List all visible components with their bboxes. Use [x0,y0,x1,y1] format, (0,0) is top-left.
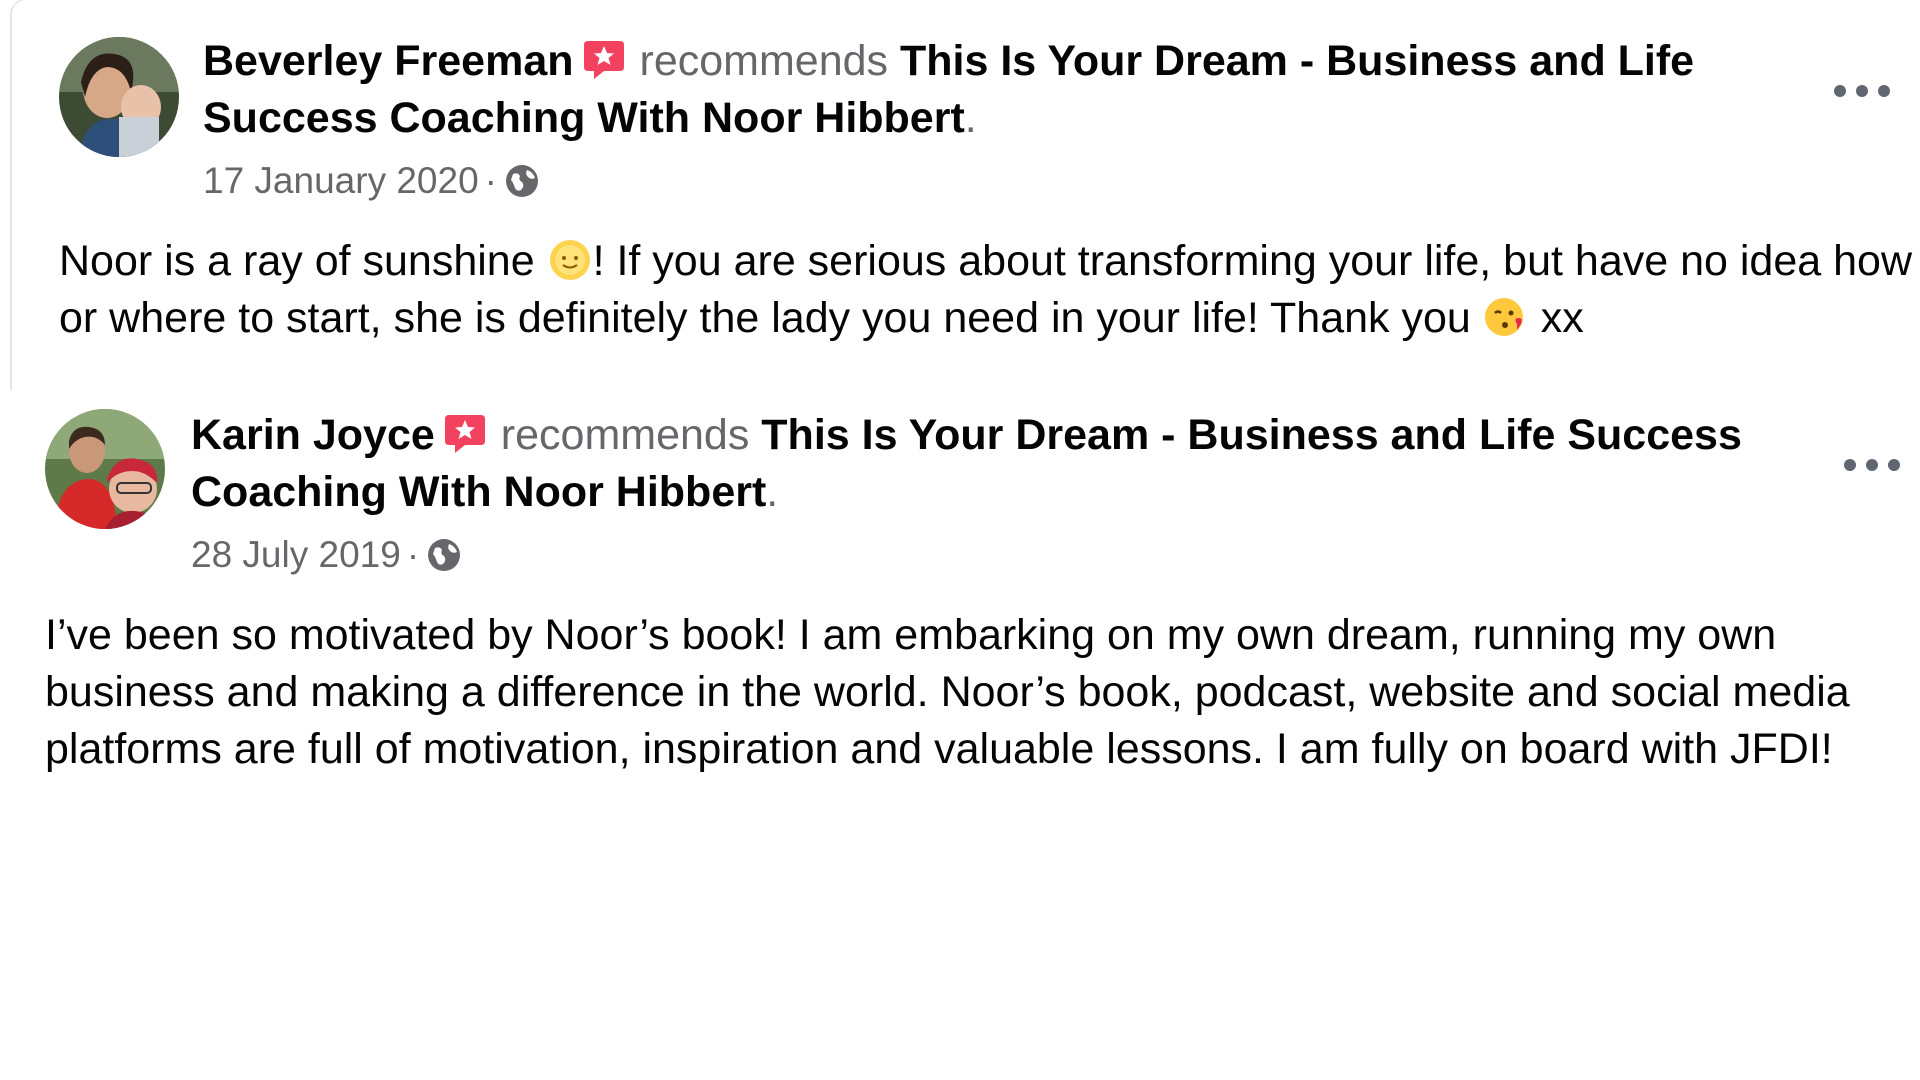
recommends-label: recommends [639,37,889,85]
post-meta: 17 January 2020 · [203,158,541,204]
globe-icon [506,165,538,197]
post-date[interactable]: 28 July 2019 [191,532,401,578]
author-name[interactable]: Beverley Freeman [203,37,574,85]
meta-separator: · [484,160,497,201]
meta-separator: · [406,534,420,575]
recommend-badge-icon [443,411,487,455]
post-header: Karin Joyce recommends This Is Your Dream… [191,407,1751,521]
post-meta: 28 July 2019 · [191,532,463,578]
recommend-badge-icon [582,37,626,81]
author-name[interactable]: Karin Joyce [191,411,435,459]
post-header: Beverley Freeman recommends This Is Your … [203,33,1703,147]
author-avatar[interactable] [45,409,165,529]
review-text: Noor is a ray of sunshine ! If you are s… [59,233,1919,347]
globe-icon [428,539,461,571]
more-options-icon[interactable] [1844,455,1900,475]
review-text: I’ve been so motivated by Noor’s book! I… [45,611,1850,773]
recommends-label: recommends [500,411,750,459]
review-text-part: Noor is a ray of sunshine [59,237,547,285]
more-options-icon[interactable] [1834,81,1890,101]
author-avatar[interactable] [59,37,179,157]
review-text-part: xx [1528,294,1584,342]
post-date[interactable]: 17 January 2020 [203,158,479,204]
page-link-suffix: . [964,94,977,142]
blowing-kiss-emoji [1483,294,1529,340]
page-link-suffix: . [766,468,779,516]
sun-face-emoji [547,237,593,283]
